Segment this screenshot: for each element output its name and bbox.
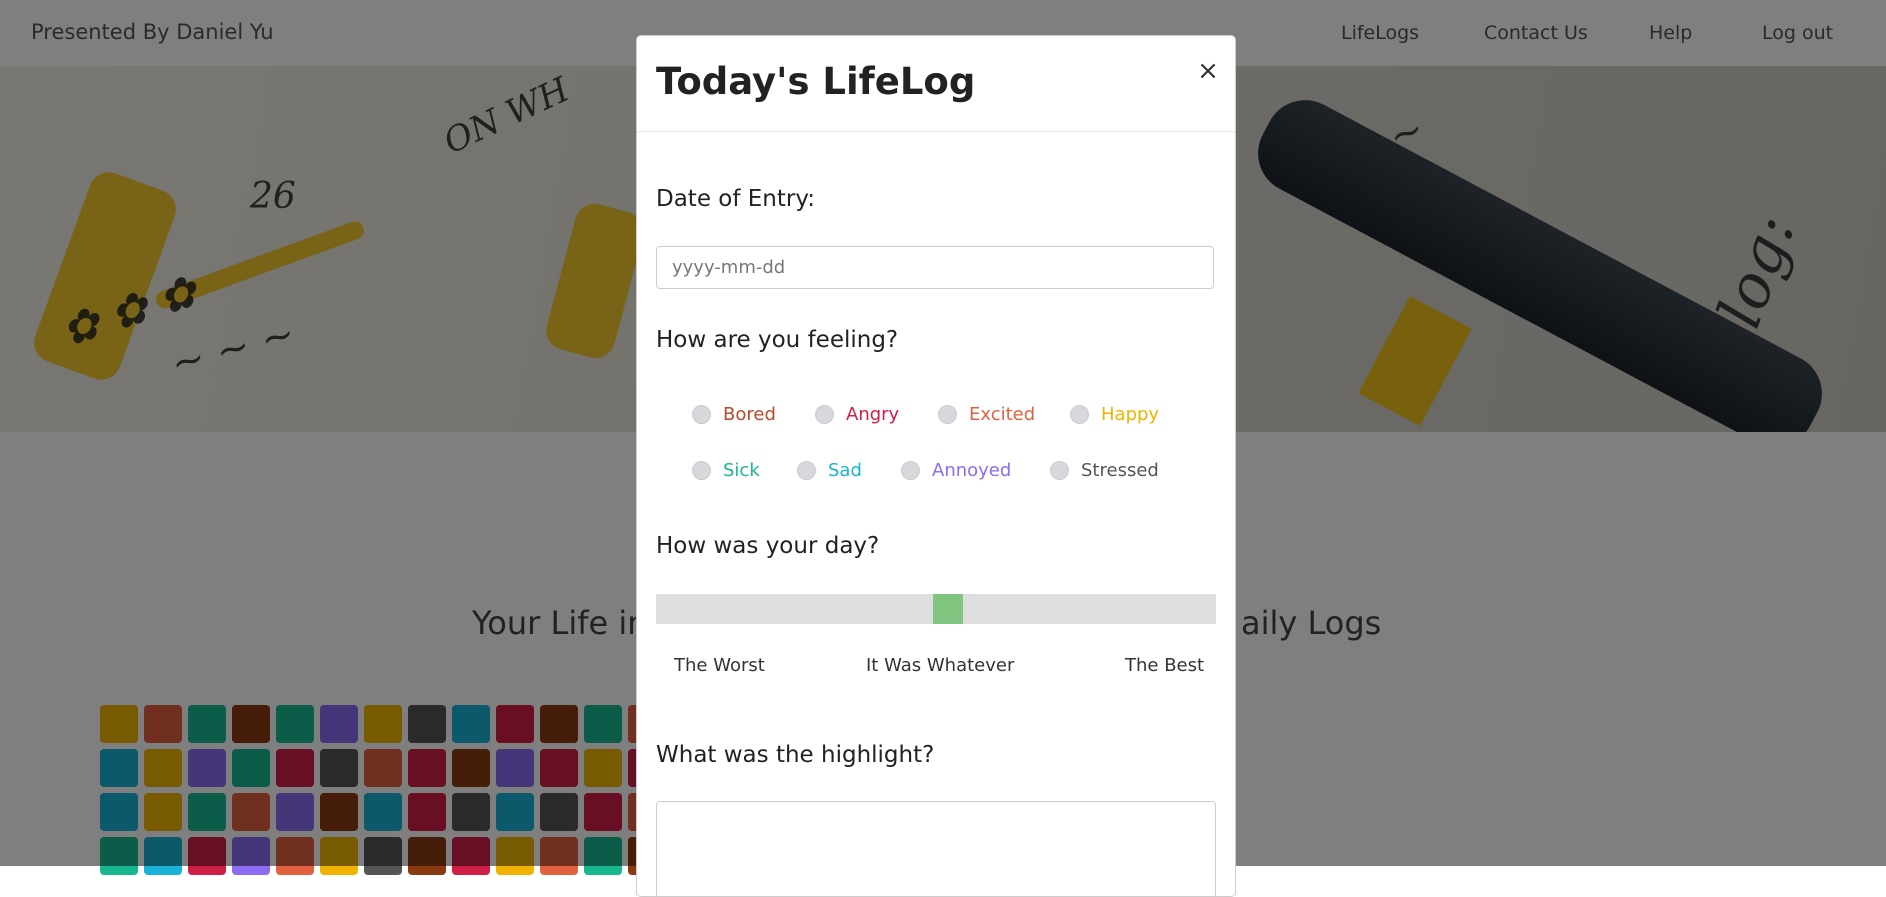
lifelog-modal: Today's LifeLog × Date of Entry: How are…: [636, 35, 1236, 897]
radio-label-sad: Sad: [828, 460, 862, 481]
highlight-label: What was the highlight?: [656, 742, 935, 768]
slider-label-best: The Best: [1125, 655, 1205, 676]
radio-label-sick: Sick: [723, 460, 760, 481]
radio-circle[interactable]: [901, 461, 920, 480]
radio-annoyed[interactable]: Annoyed: [901, 460, 1011, 481]
modal-header: Today's LifeLog ×: [637, 36, 1235, 132]
radio-label-stressed: Stressed: [1081, 460, 1159, 481]
day-rating-slider[interactable]: [656, 594, 1216, 624]
radio-circle[interactable]: [692, 405, 711, 424]
radio-angry[interactable]: Angry: [815, 404, 899, 425]
radio-label-excited: Excited: [969, 404, 1036, 425]
date-label: Date of Entry:: [656, 186, 816, 212]
slider-label-whatever: It Was Whatever: [866, 655, 1015, 676]
day-label: How was your day?: [656, 533, 880, 559]
radio-circle[interactable]: [1050, 461, 1069, 480]
highlight-textarea[interactable]: [656, 801, 1216, 896]
radio-happy[interactable]: Happy: [1070, 404, 1159, 425]
date-input[interactable]: [656, 246, 1214, 289]
radio-circle[interactable]: [938, 405, 957, 424]
radio-sick[interactable]: Sick: [692, 460, 760, 481]
radio-circle[interactable]: [797, 461, 816, 480]
radio-label-bored: Bored: [723, 404, 776, 425]
radio-bored[interactable]: Bored: [692, 404, 776, 425]
slider-thumb[interactable]: [933, 594, 963, 624]
radio-sad[interactable]: Sad: [797, 460, 862, 481]
radio-label-angry: Angry: [846, 404, 900, 425]
modal-title: Today's LifeLog: [656, 60, 976, 103]
feeling-label: How are you feeling?: [656, 327, 899, 353]
radio-circle[interactable]: [815, 405, 834, 424]
radio-label-annoyed: Annoyed: [932, 460, 1012, 481]
radio-circle[interactable]: [692, 461, 711, 480]
radio-stressed[interactable]: Stressed: [1050, 460, 1159, 481]
close-icon[interactable]: ×: [1193, 56, 1223, 86]
radio-excited[interactable]: Excited: [938, 404, 1035, 425]
radio-circle[interactable]: [1070, 405, 1089, 424]
slider-label-worst: The Worst: [674, 655, 765, 676]
radio-label-happy: Happy: [1101, 404, 1160, 425]
